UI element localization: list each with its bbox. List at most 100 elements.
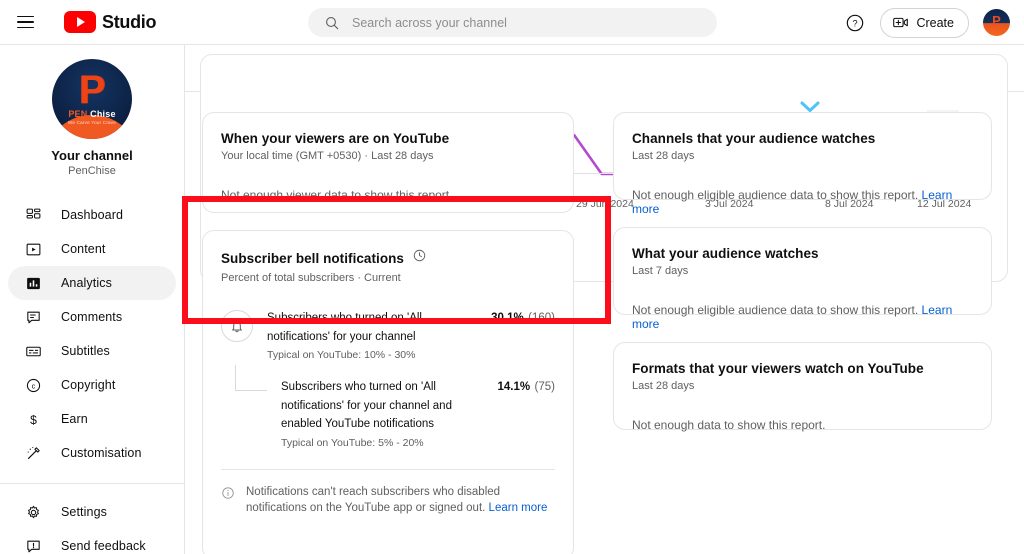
top-bar: Studio ? — [0, 0, 1024, 45]
bell-row-2-percent: 14.1% — [497, 381, 531, 394]
bell-row-1-typical: Typical on YouTube: 10% - 30% — [267, 349, 416, 362]
customisation-icon — [24, 444, 43, 463]
card-when-viewers-on-youtube: When your viewers are on YouTube Your lo… — [202, 112, 574, 213]
gear-icon — [24, 503, 43, 522]
bell-row-2-text: Subscribers who turned on 'All notificat… — [281, 377, 477, 449]
card-what-audience-watches-subtitle: Last 7 days — [632, 265, 689, 277]
top-bar-actions: ? Create P — [844, 0, 1010, 45]
card-channels-empty-text: Not enough eligible audience data to sho… — [632, 188, 919, 202]
sidebar: P PEN Chise We Carve Your Crave Your cha… — [0, 45, 185, 554]
history-clock-icon[interactable] — [412, 248, 427, 268]
sidebar-nav: Dashboard Content Analytics Comments Sub… — [0, 198, 184, 554]
create-button-label: Create — [916, 15, 954, 30]
bell-note-learn-more-link[interactable]: Learn more — [489, 502, 548, 514]
card-bell-title: Subscriber bell notifications — [221, 250, 404, 266]
card-channels-audience-watches-title: Channels that your audience watches — [632, 131, 876, 146]
sidebar-item-analytics[interactable]: Analytics — [8, 266, 176, 300]
bell-row-1-description: Subscribers who turned on 'All notificat… — [267, 312, 422, 343]
sidebar-item-earn[interactable]: $ Earn — [8, 402, 176, 436]
bell-icon — [221, 310, 253, 342]
create-video-icon — [893, 17, 909, 28]
card-when-viewers-on-youtube-empty: Not enough viewer data to show this repo… — [221, 188, 450, 202]
sidebar-item-copyright[interactable]: c Copyright — [8, 368, 176, 402]
channel-logo-name-bold: PEN — [68, 109, 88, 119]
analytics-scroll-area[interactable]: 0 15 Jun 2024 20 Jun 2024 24 Jun 2024 29… — [185, 54, 1024, 554]
dashboard-icon — [24, 206, 43, 225]
bell-row-2-description: Subscribers who turned on 'All notificat… — [281, 381, 452, 431]
avatar[interactable]: P — [983, 9, 1010, 36]
card-what-audience-watches-title: What your audience watches — [632, 246, 819, 261]
your-channel-label: Your channel — [51, 148, 133, 163]
sidebar-item-subtitles[interactable]: Subtitles — [8, 334, 176, 368]
earn-icon: $ — [24, 410, 43, 429]
card-bell-subtitle: Percent of total subscribers · Current — [221, 272, 401, 284]
svg-text:?: ? — [853, 18, 858, 28]
content-icon — [24, 240, 43, 259]
card-when-viewers-on-youtube-title: When your viewers are on YouTube — [221, 131, 450, 146]
create-button[interactable]: Create — [880, 7, 969, 38]
sidebar-item-dashboard[interactable]: Dashboard — [8, 198, 176, 232]
sidebar-item-customisation[interactable]: Customisation — [8, 436, 176, 470]
channel-logo-name: PEN Chise — [52, 109, 132, 119]
bell-note-message: Notifications can't reach subscribers wh… — [246, 485, 501, 515]
sidebar-item-comments-label: Comments — [61, 310, 123, 324]
sidebar-item-copyright-label: Copyright — [61, 378, 116, 392]
bell-row-2-count: (75) — [534, 381, 555, 394]
card-bell-title-row: Subscriber bell notifications — [221, 248, 555, 268]
card-formats-viewers-watch-subtitle: Last 28 days — [632, 380, 695, 392]
info-icon — [221, 484, 235, 517]
sidebar-item-subtitles-label: Subtitles — [61, 344, 110, 358]
sidebar-item-customisation-label: Customisation — [61, 446, 142, 460]
bell-row-2-typical: Typical on YouTube: 5% - 20% — [281, 436, 424, 449]
card-what-audience-watches-empty: Not enough eligible audience data to sho… — [632, 303, 973, 331]
studio-logo[interactable]: Studio — [64, 11, 156, 33]
channel-logo-name-rest: Chise — [87, 109, 116, 119]
svg-text:$: $ — [30, 412, 37, 426]
bell-note: Notifications can't reach subscribers wh… — [221, 484, 555, 517]
youtube-studio-analytics-page: Studio ? — [0, 0, 1024, 554]
bell-row-1-text: Subscribers who turned on 'All notificat… — [267, 308, 471, 361]
channel-handle: PenChise — [68, 165, 116, 177]
bell-row-all-notifications: Subscribers who turned on 'All notificat… — [221, 308, 555, 361]
card-what-watches-empty-text: Not enough eligible audience data to sho… — [632, 303, 919, 317]
card-formats-viewers-watch: Formats that your viewers watch on YouTu… — [613, 342, 992, 432]
sidebar-item-settings-label: Settings — [61, 505, 107, 519]
sidebar-item-content[interactable]: Content — [8, 232, 176, 266]
sidebar-divider — [0, 483, 184, 484]
sidebar-item-earn-label: Earn — [61, 412, 88, 426]
card-channels-audience-watches-empty: Not enough eligible audience data to sho… — [632, 188, 973, 216]
sidebar-item-send-feedback-label: Send feedback — [61, 539, 146, 553]
bell-row-1-percent: 30.1% — [491, 312, 524, 324]
sidebar-item-settings[interactable]: Settings — [8, 495, 176, 529]
studio-wordmark: Studio — [102, 11, 157, 32]
avatar-initial: P — [992, 12, 1001, 28]
bell-rows: Subscribers who turned on 'All notificat… — [221, 308, 555, 449]
copyright-icon: c — [24, 376, 43, 395]
card-what-audience-watches: What your audience watches Last 7 days N… — [613, 227, 992, 331]
channel-block[interactable]: P PEN Chise We Carve Your Crave Your cha… — [0, 45, 184, 187]
sidebar-item-send-feedback[interactable]: Send feedback — [8, 529, 176, 554]
sidebar-item-content-label: Content — [61, 242, 106, 256]
sidebar-item-comments[interactable]: Comments — [8, 300, 176, 334]
subtitles-icon — [24, 342, 43, 361]
analytics-icon — [24, 274, 43, 293]
sidebar-item-analytics-label: Analytics — [61, 276, 112, 290]
bell-divider — [221, 468, 555, 470]
search-input[interactable] — [352, 15, 682, 30]
comments-icon — [24, 308, 43, 327]
card-formats-viewers-watch-empty: Not enough data to show this report. — [632, 418, 826, 432]
search-bar[interactable] — [308, 8, 717, 37]
main-content: Overview Content Audience Inspiration 15… — [185, 45, 1024, 554]
pen-logo-letter: P — [78, 68, 106, 112]
connector-line-icon — [235, 365, 267, 392]
card-when-viewers-on-youtube-subtitle: Your local time (GMT +0530) · Last 28 da… — [221, 150, 434, 162]
channel-avatar: P PEN Chise We Carve Your Crave — [52, 59, 132, 139]
help-icon[interactable]: ? — [844, 12, 866, 34]
channel-logo-tagline: We Carve Your Crave — [67, 120, 117, 125]
hamburger-icon[interactable] — [17, 10, 41, 34]
